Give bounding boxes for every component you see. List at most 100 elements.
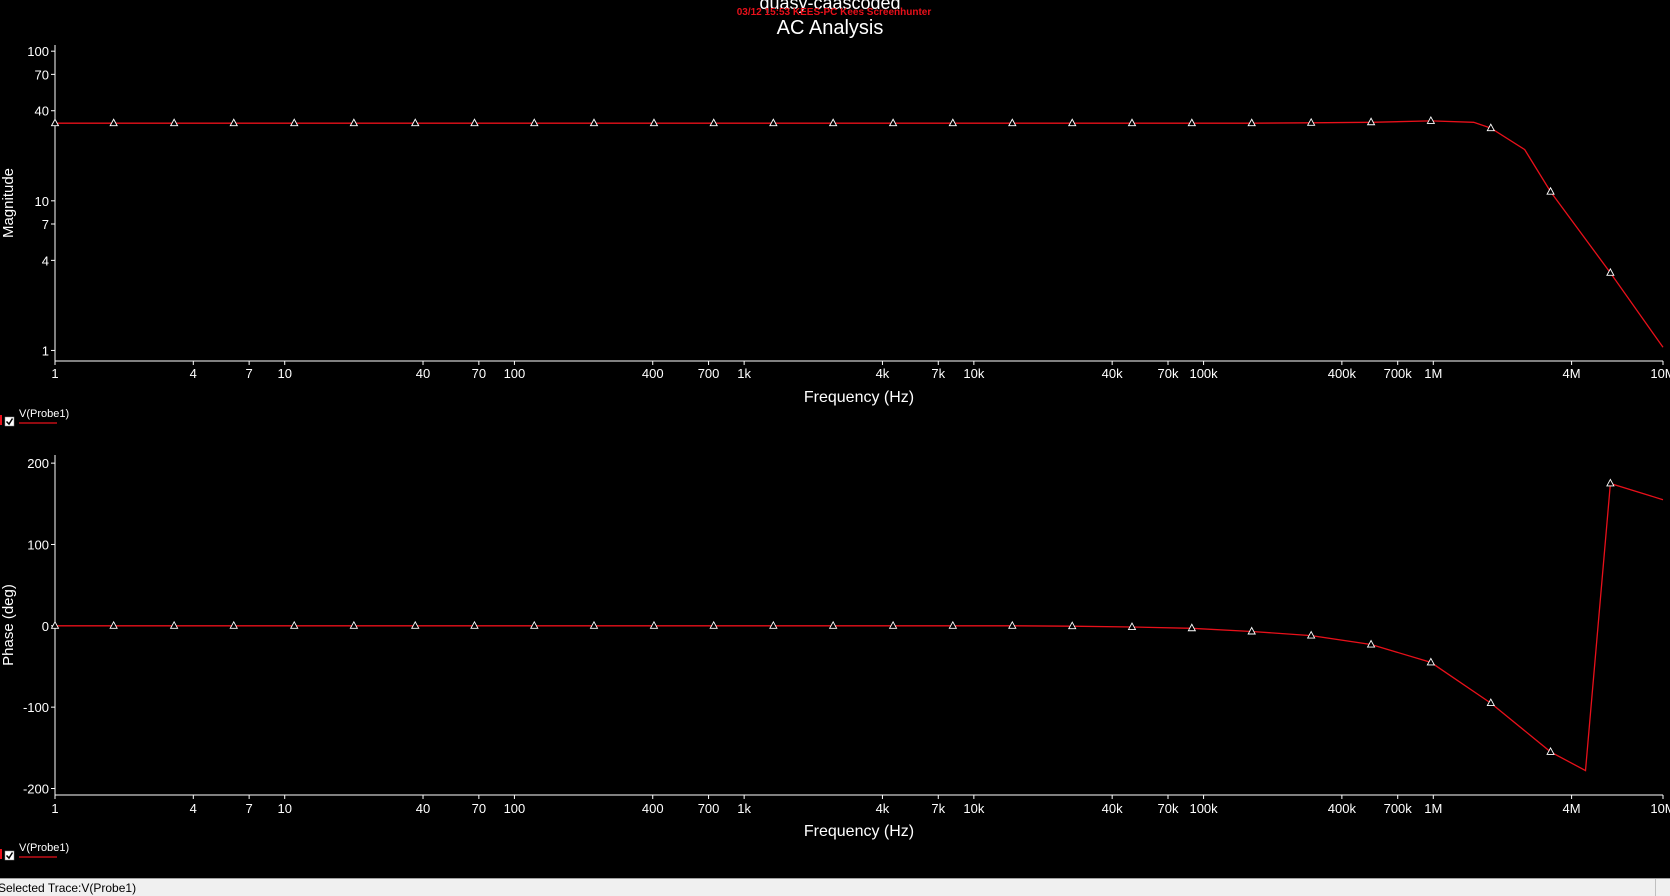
- y-tick-label: 10: [35, 194, 49, 209]
- y-axis-title: Magnitude: [0, 168, 17, 238]
- data-point-marker: [530, 620, 539, 629]
- x-tick-label: 40: [416, 801, 430, 816]
- legend-label: V(Probe1): [19, 408, 69, 420]
- data-point-marker: [470, 620, 479, 629]
- y-tick-label: -100: [23, 700, 49, 715]
- data-point-marker: [530, 118, 539, 127]
- x-tick-label: 1k: [737, 801, 751, 816]
- data-point-marker: [1606, 478, 1615, 487]
- data-point-marker: [589, 620, 599, 629]
- data-point-marker: [888, 118, 898, 127]
- data-point-marker: [589, 118, 599, 127]
- x-tick-label: 4M: [1563, 366, 1581, 381]
- data-point-marker: [1366, 117, 1376, 126]
- x-tick-label: 400: [642, 801, 664, 816]
- data-point-marker: [349, 620, 359, 629]
- series-line: [55, 120, 1664, 348]
- data-point-marker: [470, 118, 479, 127]
- phase-chart: 1 4 7 10 40 70 100 400 700 1k 4k 7k 10k 40k 70k 100k 400…: [0, 455, 1670, 861]
- x-tick-label: 1M: [1424, 366, 1442, 381]
- data-point-marker: [649, 620, 659, 629]
- x-tick-label: 1: [51, 801, 58, 816]
- data-point-marker: [349, 118, 359, 127]
- x-tick-label: 40k: [1102, 366, 1123, 381]
- x-tick-label: 4M: [1563, 801, 1581, 816]
- x-tick-label: 7k: [931, 366, 945, 381]
- x-tick-label: 700k: [1384, 366, 1413, 381]
- y-tick-label: -200: [23, 781, 49, 796]
- x-tick-label: 4: [190, 366, 197, 381]
- legend-trace-swatch: [0, 849, 2, 859]
- x-tick-label: 4k: [876, 366, 890, 381]
- y-tick-label: 7: [42, 217, 49, 232]
- x-tick-label: 40: [416, 366, 430, 381]
- ac-analysis-plot: quasy-caascoded 03/12 15:53 KEES-PC Kees…: [0, 0, 1670, 861]
- x-tick-label: 100: [504, 801, 526, 816]
- x-tick-label: 400k: [1328, 366, 1357, 381]
- data-point-marker: [948, 118, 958, 127]
- data-point-marker: [828, 118, 838, 127]
- data-point-marker: [410, 620, 420, 629]
- legend-label: V(Probe1): [19, 842, 69, 854]
- data-point-marker: [169, 118, 179, 127]
- y-tick-label: 0: [42, 619, 49, 634]
- data-point-marker: [649, 118, 659, 127]
- x-tick-label: 70k: [1158, 801, 1179, 816]
- x-tick-label: 10: [277, 366, 291, 381]
- legend-trace-swatch: [0, 415, 2, 425]
- ac-analysis-window: quasy-caascoded 03/12 15:53 KEES-PC Kees…: [0, 0, 1670, 896]
- legend-checkbox-icon[interactable]: [4, 850, 15, 861]
- data-point-marker: [769, 620, 778, 629]
- data-point-marker: [1546, 746, 1555, 755]
- x-tick-label: 700: [698, 366, 720, 381]
- x-tick-label: 70: [472, 366, 486, 381]
- x-tick-label: 4k: [876, 801, 890, 816]
- x-tick-label: 4: [190, 801, 197, 816]
- magnitude-chart: 1 4 7 10 40 70 100 400 700 1k 4k 7k 10k 40k 70k 100k 400…: [0, 44, 1670, 427]
- data-point-marker: [709, 118, 718, 127]
- x-tick-label: 10M: [1650, 801, 1670, 816]
- x-tick-label: 7: [246, 801, 253, 816]
- resize-grip-icon[interactable]: [1655, 879, 1670, 896]
- data-point-marker: [229, 620, 239, 629]
- x-tick-label: 700k: [1384, 801, 1413, 816]
- y-tick-label: 40: [35, 104, 49, 119]
- x-tick-label: 7k: [931, 801, 945, 816]
- data-point-marker: [709, 620, 718, 629]
- x-axis-title: Frequency (Hz): [804, 823, 914, 840]
- data-point-marker: [1008, 620, 1017, 629]
- data-point-marker: [410, 118, 420, 127]
- data-point-marker: [1306, 117, 1316, 126]
- data-point-marker: [169, 620, 179, 629]
- x-tick-label: 1k: [737, 366, 751, 381]
- x-tick-label: 10: [277, 801, 291, 816]
- x-tick-label: 400: [642, 366, 664, 381]
- x-tick-label: 400k: [1328, 801, 1357, 816]
- x-tick-label: 100k: [1189, 801, 1218, 816]
- data-point-marker: [1187, 623, 1197, 632]
- x-tick-label: 10k: [963, 366, 984, 381]
- data-point-marker: [109, 118, 118, 127]
- data-point-marker: [50, 118, 60, 127]
- data-point-marker: [229, 118, 239, 127]
- data-point-marker: [1187, 118, 1197, 127]
- data-point-marker: [828, 620, 838, 629]
- data-point-marker: [1426, 115, 1436, 124]
- x-tick-label: 100: [504, 366, 526, 381]
- x-axis-title: Frequency (Hz): [804, 389, 914, 406]
- x-tick-label: 100k: [1189, 366, 1218, 381]
- x-tick-label: 10M: [1650, 366, 1670, 381]
- status-text: Selected Trace:V(Probe1): [0, 881, 137, 895]
- x-tick-label: 70: [472, 801, 486, 816]
- y-axis-title: Phase (deg): [0, 584, 17, 666]
- data-point-marker: [289, 118, 299, 127]
- x-tick-label: 1M: [1424, 801, 1442, 816]
- data-point-marker: [769, 118, 778, 127]
- legend-checkbox-icon[interactable]: [4, 416, 15, 427]
- y-tick-label: 100: [27, 537, 49, 552]
- y-tick-label: 4: [42, 253, 49, 268]
- data-point-marker: [1486, 698, 1496, 707]
- y-tick-label: 1: [42, 343, 49, 358]
- data-point-marker: [948, 620, 958, 629]
- y-tick-label: 100: [27, 44, 49, 59]
